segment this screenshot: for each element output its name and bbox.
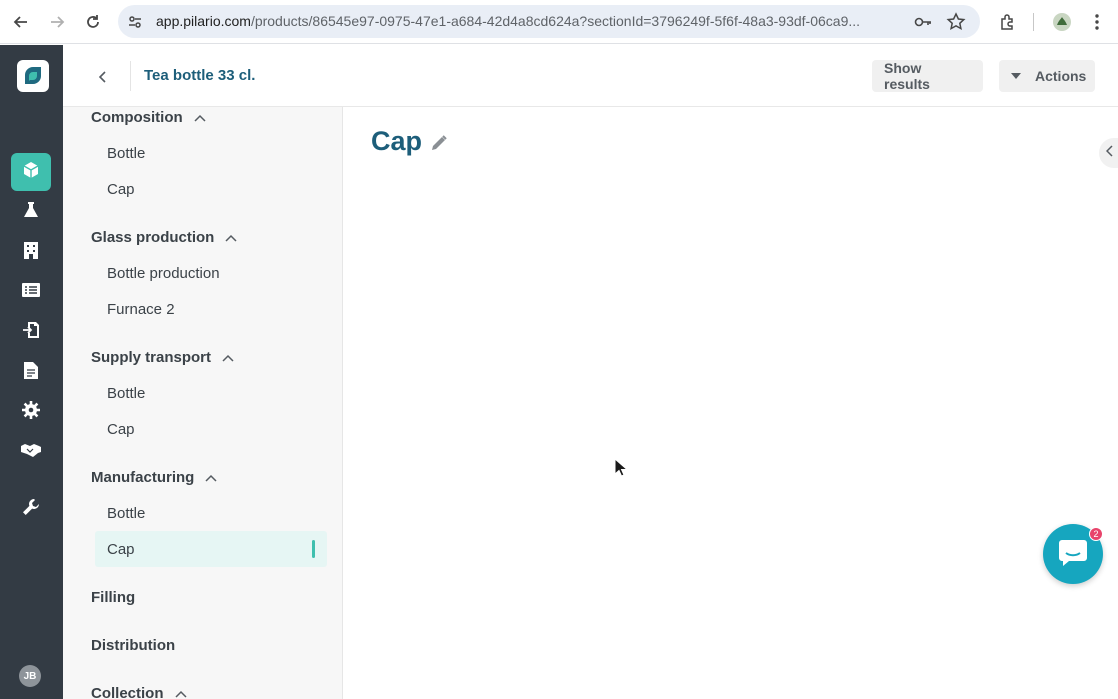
section-glass-production[interactable]: Glass production — [91, 229, 238, 246]
chat-unread-badge: 2 — [1089, 527, 1103, 541]
chat-launcher-button[interactable]: 2 — [1043, 524, 1103, 584]
header-divider — [130, 61, 131, 91]
rail-sites[interactable] — [11, 233, 51, 271]
url-host: app.pilario.com — [156, 13, 251, 29]
sidebar-item-label: Bottle — [107, 144, 146, 162]
profile-avatar-icon[interactable] — [1050, 10, 1074, 34]
actions-label: Actions — [1035, 68, 1087, 84]
rail-lab[interactable] — [11, 193, 51, 231]
section-label: Manufacturing — [91, 469, 195, 486]
page-title: Cap — [371, 126, 423, 156]
rail-import[interactable] — [11, 313, 51, 351]
caret-down-icon — [1011, 73, 1021, 79]
user-avatar[interactable]: JB — [19, 665, 41, 687]
show-results-button[interactable]: Show results — [872, 60, 983, 92]
sidebar-item-label: Cap — [107, 420, 135, 438]
extensions-icon[interactable] — [996, 10, 1020, 34]
document-icon — [23, 361, 39, 384]
sidebar-item-composition-bottle[interactable]: Bottle — [95, 135, 327, 171]
section-label: Collection — [91, 685, 164, 699]
list-icon — [22, 282, 40, 303]
actions-button[interactable]: Actions — [999, 60, 1095, 92]
section-distribution[interactable]: Distribution — [91, 637, 175, 654]
rail-partners[interactable] — [11, 433, 51, 471]
chevron-up-icon — [221, 353, 235, 363]
section-filling[interactable]: Filling — [91, 589, 135, 606]
sidebar-item-composition-cap[interactable]: Cap — [95, 171, 327, 207]
chevron-up-icon — [193, 113, 207, 123]
section-sidebar: Composition Bottle Cap Glass production … — [63, 107, 343, 699]
back-icon[interactable] — [9, 10, 33, 34]
rail-lists[interactable] — [11, 273, 51, 311]
sidebar-item-supply-cap[interactable]: Cap — [95, 411, 327, 447]
password-key-icon[interactable] — [914, 13, 932, 31]
section-label: Supply transport — [91, 349, 212, 366]
forward-icon[interactable] — [45, 10, 69, 34]
rail-documents[interactable] — [11, 353, 51, 391]
section-label: Distribution — [91, 637, 176, 654]
chat-bubble-icon — [1057, 537, 1089, 572]
product-title: Tea bottle 33 cl. — [144, 67, 256, 84]
chevron-up-icon — [174, 689, 188, 699]
section-label: Glass production — [91, 229, 215, 246]
main-content: Cap — [343, 107, 1118, 699]
address-bar[interactable]: app.pilario.com/products/86545e97-0975-4… — [118, 5, 980, 38]
handshake-icon — [21, 443, 41, 462]
sidebar-item-furnace-2[interactable]: Furnace 2 — [95, 291, 327, 327]
product-box-icon — [22, 161, 40, 184]
back-chevron-icon[interactable] — [93, 67, 113, 87]
selected-indicator — [312, 540, 315, 558]
section-collection[interactable]: Collection — [91, 685, 188, 699]
wrench-icon — [22, 498, 40, 521]
sidebar-item-label: Cap — [107, 180, 135, 198]
sidebar-item-label: Cap — [107, 540, 135, 558]
chevron-left-icon — [1105, 144, 1114, 162]
edit-pencil-icon[interactable] — [429, 133, 449, 153]
page-header: Tea bottle 33 cl. Show results Actions — [63, 45, 1118, 107]
section-composition[interactable]: Composition — [91, 109, 207, 126]
sidebar-item-manufacturing-cap[interactable]: Cap — [95, 531, 327, 567]
section-supply-transport[interactable]: Supply transport — [91, 349, 235, 366]
site-info-icon[interactable] — [126, 13, 144, 31]
sidebar-item-label: Bottle production — [107, 264, 220, 282]
url-path: /products/86545e97-0975-47e1-a684-42d4a8… — [250, 13, 861, 29]
section-label: Filling — [91, 589, 136, 606]
pilario-logo-icon[interactable] — [17, 60, 49, 92]
section-manufacturing[interactable]: Manufacturing — [91, 469, 218, 486]
flask-icon — [22, 201, 40, 224]
rail-tools[interactable] — [11, 490, 51, 528]
gear-icon — [22, 400, 40, 424]
browser-toolbar: app.pilario.com/products/86545e97-0975-4… — [0, 0, 1118, 44]
chevron-up-icon — [224, 233, 238, 243]
sidebar-item-supply-bottle[interactable]: Bottle — [95, 375, 327, 411]
rail-products[interactable] — [11, 153, 51, 191]
sidebar-item-label: Furnace 2 — [107, 300, 175, 318]
toolbar-divider — [1033, 13, 1034, 31]
section-label: Composition — [91, 109, 183, 126]
sidebar-item-label: Bottle — [107, 384, 146, 402]
rail-settings[interactable] — [11, 393, 51, 431]
sidebar-item-bottle-production[interactable]: Bottle production — [95, 255, 327, 291]
browser-menu-icon[interactable] — [1085, 10, 1109, 34]
sidebar-item-label: Bottle — [107, 504, 146, 522]
mouse-cursor-icon — [614, 457, 629, 478]
sidebar-item-manufacturing-bottle[interactable]: Bottle — [95, 495, 327, 531]
bookmark-star-icon[interactable] — [946, 12, 966, 32]
reload-icon[interactable] — [81, 10, 105, 34]
url-text: app.pilario.com/products/86545e97-0975-4… — [156, 13, 906, 29]
building-icon — [23, 241, 39, 264]
app-rail: JB — [0, 45, 63, 699]
import-icon — [22, 321, 40, 344]
chevron-up-icon — [204, 473, 218, 483]
